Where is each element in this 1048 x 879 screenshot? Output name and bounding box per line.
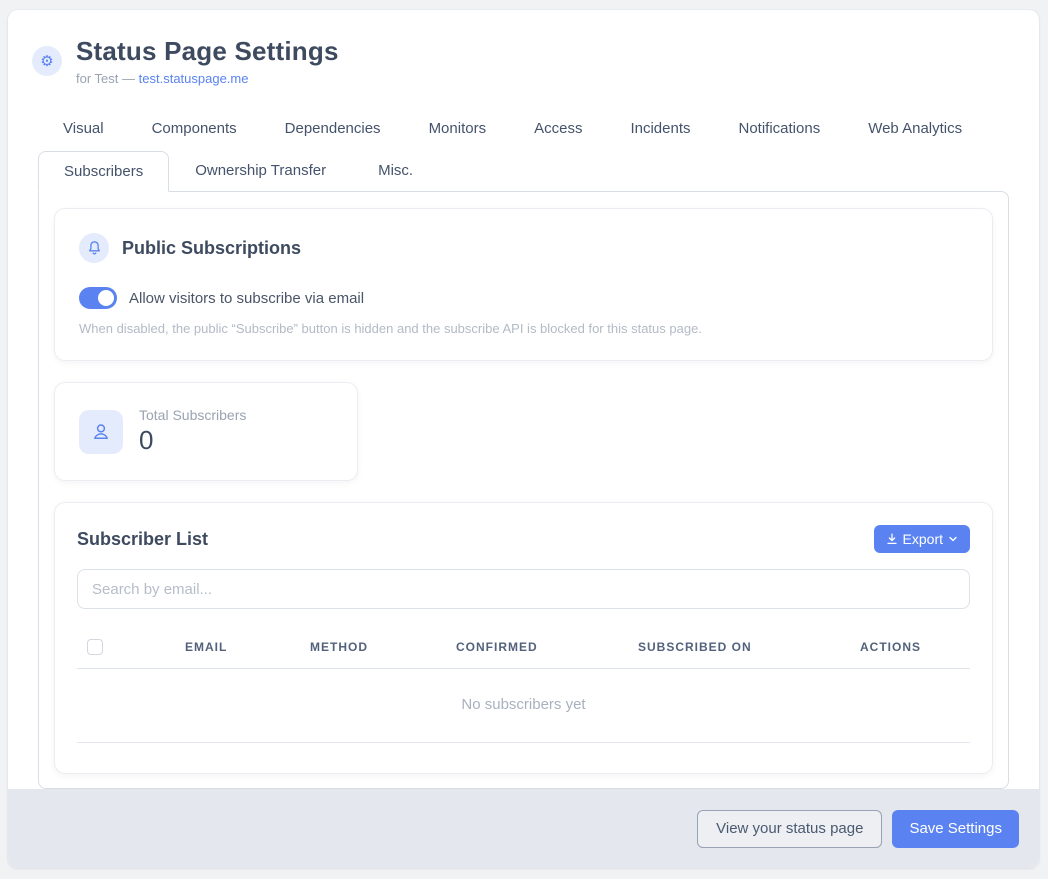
public-subscriptions-card: Public Subscriptions Allow visitors to s…: [55, 209, 992, 360]
export-button[interactable]: Export: [874, 525, 970, 553]
column-header-confirmed: CONFIRMED: [456, 640, 638, 654]
subtitle-prefix: for Test —: [76, 71, 135, 86]
select-all-checkbox[interactable]: [87, 639, 103, 655]
table-header-checkbox-cell: [77, 639, 185, 655]
subscribers-table: EMAIL METHOD CONFIRMED SUBSCRIBED ON ACT…: [77, 625, 970, 773]
total-subscribers-card: Total Subscribers 0: [55, 383, 357, 480]
subscriber-list-header: Subscriber List Export: [77, 525, 970, 553]
subscribe-toggle[interactable]: [79, 287, 117, 309]
tab-bar-secondary: Subscribers Ownership Transfer Misc.: [38, 151, 1009, 191]
column-header-method: METHOD: [310, 640, 456, 654]
user-icon: [79, 410, 123, 454]
gear-icon: ⚙: [32, 46, 62, 76]
header: ⚙ Status Page Settings for Test — test.s…: [8, 10, 1039, 86]
content-panel: Public Subscriptions Allow visitors to s…: [38, 191, 1009, 789]
footer-action-bar: View your status page Save Settings: [8, 789, 1039, 868]
page-title: Status Page Settings: [76, 36, 339, 67]
table-bottom-padding: [77, 743, 970, 773]
column-header-subscribed-on: SUBSCRIBED ON: [638, 640, 860, 654]
download-icon: [886, 533, 898, 545]
tab-notifications[interactable]: Notifications: [715, 112, 845, 151]
tab-misc[interactable]: Misc.: [352, 151, 439, 191]
tab-bar-primary: Visual Components Dependencies Monitors …: [38, 112, 1009, 151]
view-status-page-button[interactable]: View your status page: [697, 810, 882, 848]
tab-dependencies[interactable]: Dependencies: [261, 112, 405, 151]
chevron-down-icon: [948, 534, 958, 544]
save-settings-button[interactable]: Save Settings: [892, 810, 1019, 848]
header-text: Status Page Settings for Test — test.sta…: [76, 36, 339, 86]
table-header-row: EMAIL METHOD CONFIRMED SUBSCRIBED ON ACT…: [77, 625, 970, 669]
export-button-label: Export: [903, 531, 943, 547]
app-card: ⚙ Status Page Settings for Test — test.s…: [8, 10, 1039, 868]
total-subscribers-label: Total Subscribers: [139, 407, 246, 423]
subscribe-toggle-row: Allow visitors to subscribe via email: [79, 287, 968, 309]
tab-ownership-transfer[interactable]: Ownership Transfer: [169, 151, 352, 191]
empty-state-text: No subscribers yet: [461, 696, 585, 713]
subscribe-toggle-label: Allow visitors to subscribe via email: [129, 290, 364, 307]
tab-monitors[interactable]: Monitors: [405, 112, 511, 151]
toggle-knob: [98, 290, 114, 306]
status-page-link[interactable]: test.statuspage.me: [139, 71, 249, 86]
tab-visual[interactable]: Visual: [38, 112, 128, 151]
bell-icon: [79, 233, 109, 263]
subscriber-list-title: Subscriber List: [77, 529, 208, 550]
subscriber-list-card: Subscriber List Export: [55, 503, 992, 773]
subscribe-helper-text: When disabled, the public “Subscribe” bu…: [79, 321, 968, 336]
empty-state-row: No subscribers yet: [77, 669, 970, 743]
tab-components[interactable]: Components: [128, 112, 261, 151]
tab-subscribers[interactable]: Subscribers: [38, 151, 169, 192]
total-subscribers-value: 0: [139, 425, 246, 456]
tab-incidents[interactable]: Incidents: [606, 112, 714, 151]
page-subtitle: for Test — test.statuspage.me: [76, 71, 339, 86]
stat-text: Total Subscribers 0: [139, 407, 246, 456]
column-header-email: EMAIL: [185, 640, 310, 654]
tab-access[interactable]: Access: [510, 112, 606, 151]
column-header-actions: ACTIONS: [860, 640, 970, 654]
tab-web-analytics[interactable]: Web Analytics: [844, 112, 986, 151]
public-subscriptions-header: Public Subscriptions: [79, 233, 968, 263]
search-input[interactable]: [77, 569, 970, 609]
public-subscriptions-title: Public Subscriptions: [122, 238, 301, 259]
